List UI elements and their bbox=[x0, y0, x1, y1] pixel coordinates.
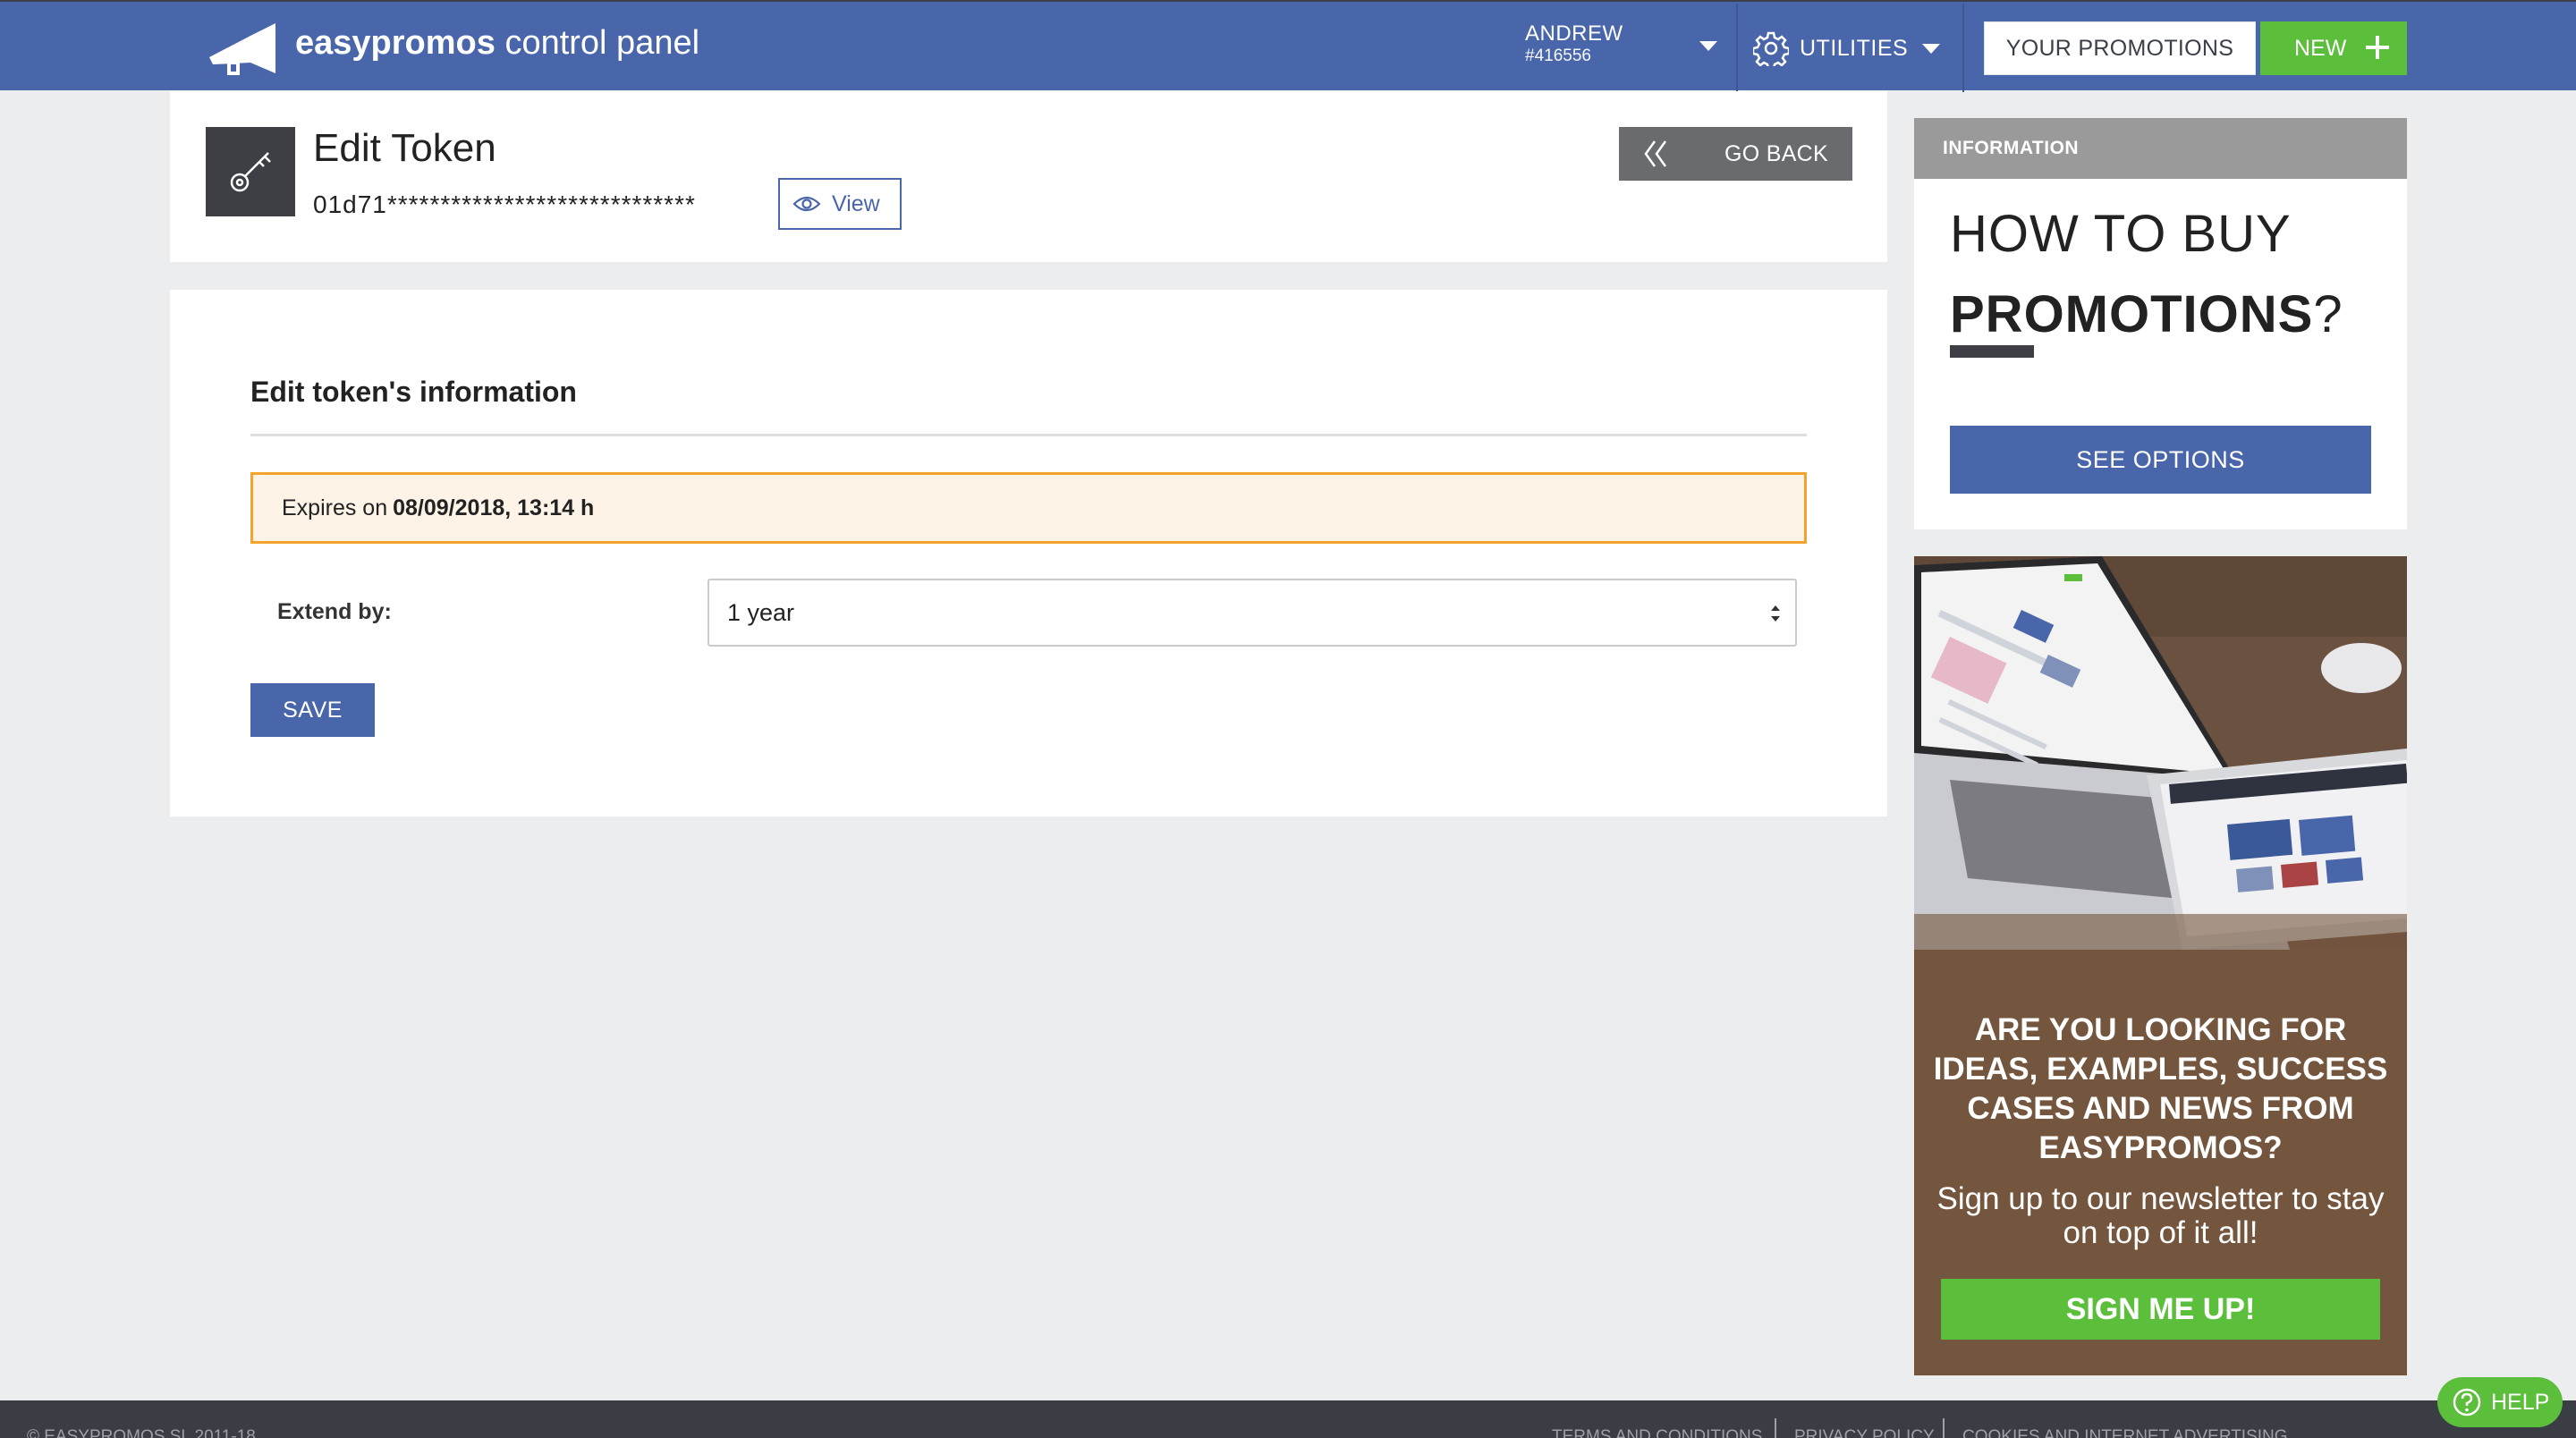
info-heading-end: ? bbox=[2313, 285, 2343, 343]
gear-icon bbox=[1753, 31, 1789, 66]
double-chevron-left-icon bbox=[1644, 140, 1667, 167]
extend-by-value: 1 year bbox=[727, 598, 795, 626]
user-name: ANDREW bbox=[1525, 21, 1623, 46]
token-tile bbox=[206, 127, 295, 216]
section-title: Edit token's information bbox=[250, 376, 577, 408]
newsletter-promo-card: ARE YOU LOOKING FOR IDEAS, EXAMPLES, SUC… bbox=[1914, 556, 2407, 1375]
brand-name: easypromos bbox=[295, 24, 496, 62]
new-promotion-button[interactable]: NEW bbox=[2260, 21, 2407, 75]
info-accent-bar bbox=[1950, 345, 2034, 358]
help-button[interactable]: HELP bbox=[2437, 1377, 2563, 1427]
expiry-prefix: Expires on bbox=[282, 495, 388, 520]
nav-divider bbox=[1736, 4, 1738, 92]
laptop-tablet-image bbox=[1914, 556, 2407, 950]
plus-icon bbox=[2366, 36, 2389, 59]
token-value: 01d71***************************** bbox=[313, 190, 696, 218]
view-token-button[interactable]: View bbox=[778, 178, 902, 230]
user-menu[interactable]: ANDREW #416556 bbox=[1525, 21, 1623, 66]
megaphone-icon[interactable] bbox=[204, 21, 284, 77]
view-label: View bbox=[832, 190, 880, 216]
expiry-alert: Expires on 08/09/2018, 13:14 h bbox=[250, 472, 1807, 544]
edit-token-form-card: Edit token's information Expires on 08/0… bbox=[170, 290, 1887, 816]
help-label: HELP bbox=[2491, 1389, 2550, 1415]
extend-by-label: Extend by: bbox=[277, 599, 392, 624]
user-id: #416556 bbox=[1525, 47, 1591, 65]
brand-suffix: control panel bbox=[495, 24, 700, 62]
token-header-card: Edit Token 01d71************************… bbox=[170, 91, 1887, 262]
nav-divider bbox=[1962, 4, 1964, 92]
sign-me-up-button[interactable]: SIGN ME UP! bbox=[1941, 1279, 2380, 1340]
go-back-label: GO BACK bbox=[1724, 141, 1829, 166]
utilities-label: UTILITIES bbox=[1800, 35, 1909, 61]
brand-title[interactable]: easypromos control panel bbox=[295, 20, 699, 66]
info-heading-bold: PROMOTIONS bbox=[1950, 285, 2314, 343]
footer-link-privacy[interactable]: PRIVACY POLICY bbox=[1794, 1427, 1935, 1438]
new-label: NEW bbox=[2294, 35, 2347, 61]
information-header: INFORMATION bbox=[1914, 118, 2407, 179]
your-promotions-button[interactable]: YOUR PROMOTIONS bbox=[1984, 21, 2256, 75]
footer-copyright: © EASYPROMOS SL 2011-18 bbox=[27, 1427, 256, 1438]
footer-link-cookies[interactable]: COOKIES AND INTERNET ADVERTISING bbox=[1962, 1427, 2288, 1438]
page-title: Edit Token bbox=[313, 126, 496, 170]
information-card: INFORMATION HOW TO BUY PROMOTIONS? SEE O… bbox=[1914, 118, 2407, 529]
eye-icon bbox=[792, 196, 821, 212]
extend-by-select[interactable]: 1 year bbox=[708, 579, 1797, 647]
help-icon bbox=[2453, 1388, 2481, 1417]
promo-subtext: Sign up to our newsletter to stay on top… bbox=[1936, 1181, 2385, 1250]
see-options-button[interactable]: SEE OPTIONS bbox=[1950, 426, 2371, 494]
footer: © EASYPROMOS SL 2011-18 TERMS AND CONDIT… bbox=[0, 1400, 2576, 1438]
utilities-menu[interactable]: UTILITIES bbox=[1753, 29, 1941, 68]
section-divider bbox=[250, 434, 1807, 436]
info-heading-line2: PROMOTIONS? bbox=[1950, 279, 2343, 351]
info-heading-line1: HOW TO BUY bbox=[1950, 205, 2292, 263]
top-navbar: easypromos control panel ANDREW #416556 … bbox=[0, 0, 2576, 92]
user-caret-down-icon[interactable] bbox=[1699, 41, 1717, 51]
utilities-caret-down-icon bbox=[1922, 43, 1941, 54]
footer-divider bbox=[1775, 1418, 1776, 1438]
footer-divider bbox=[1943, 1418, 1945, 1438]
select-arrows-icon bbox=[1771, 605, 1780, 622]
footer-link-terms[interactable]: TERMS AND CONDITIONS bbox=[1552, 1427, 1762, 1438]
go-back-button[interactable]: GO BACK bbox=[1619, 127, 1852, 181]
key-icon bbox=[230, 152, 271, 192]
promo-headline: ARE YOU LOOKING FOR IDEAS, EXAMPLES, SUC… bbox=[1933, 1012, 2388, 1165]
save-button[interactable]: SAVE bbox=[250, 683, 375, 737]
expiry-date: 08/09/2018, 13:14 h bbox=[393, 495, 595, 520]
